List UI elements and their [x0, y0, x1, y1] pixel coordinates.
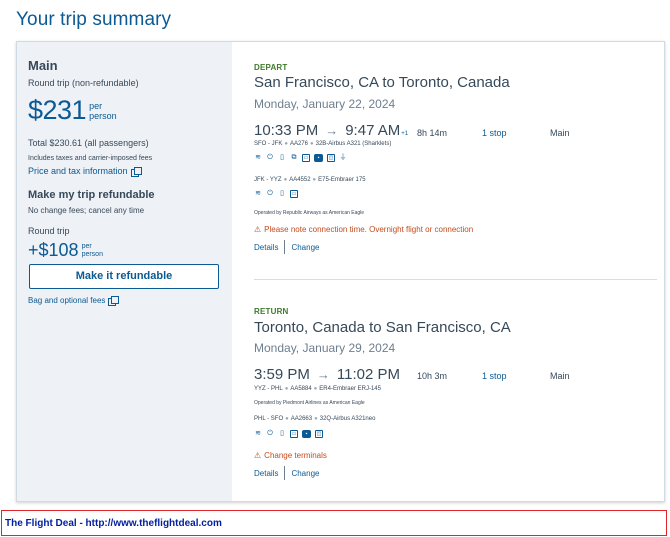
segment-divider: [254, 279, 657, 280]
phone-icon: ▯: [280, 430, 284, 437]
fare-name: Main: [28, 58, 58, 73]
refund-price: +$108 per person: [28, 240, 103, 260]
screen-icon: ▭: [302, 154, 310, 162]
depart-cabin: Main: [550, 128, 570, 138]
power-icon: ⏻: [267, 430, 273, 437]
return-leg-1: YYZ - PHL ● AA5884 ● ER4-Embraer ERJ-145: [254, 386, 381, 392]
return-stops-link[interactable]: 1 stop: [482, 371, 507, 381]
trip-summary-card: Main Round trip (non-refundable) $231 pe…: [16, 41, 665, 502]
refund-price-amount: +$108: [28, 240, 79, 260]
round-trip-label: Round trip: [28, 226, 70, 236]
return-date: Monday, January 29, 2024: [254, 341, 396, 355]
warning-icon: ⚠: [254, 225, 262, 234]
depart-duration: 8h 14m: [417, 128, 448, 138]
food-icon: ◫: [315, 430, 323, 438]
make-refundable-button[interactable]: Make it refundable: [29, 264, 219, 289]
premium-entertainment-icon: ▪: [302, 430, 311, 438]
depart-leg-1-amenities: ≋ ⏻ ▯ ⧉ ▭ ▪ ◫ ⏚: [254, 154, 347, 162]
external-window-icon: [130, 166, 142, 177]
warning-icon: ⚠: [254, 451, 262, 460]
depart-links: Details Change: [254, 240, 319, 254]
depart-operated-by: Operated by Republic Airways as American…: [254, 210, 365, 216]
depart-arrival-time: 9:47 AM: [345, 122, 401, 139]
return-route: Toronto, Canada to San Francisco, CA: [254, 319, 511, 336]
bag-fees-link[interactable]: Bag and optional fees: [28, 296, 120, 306]
depart-times: 10:33 PM → 9:47 AM +1: [254, 122, 408, 139]
external-window-icon: [108, 296, 120, 306]
fare-sidebar: Main Round trip (non-refundable) $231 pe…: [17, 42, 232, 501]
return-change-link[interactable]: Change: [291, 469, 319, 478]
link-separator: [284, 240, 286, 254]
price-amount: $231: [28, 95, 87, 125]
price-per-person: $231 per person: [28, 94, 117, 126]
includes-taxes-note: Includes taxes and carrier-imposed fees: [28, 155, 153, 162]
screen-icon: ▭: [290, 430, 298, 438]
depart-details-link[interactable]: Details: [254, 243, 278, 252]
streaming-icon: ⧉: [291, 154, 297, 161]
return-leg-2-amenities: ≋ ⏻ ▯ ▭ ▪ ◫: [254, 430, 323, 438]
return-leg-2: PHL - SFO ● AA2663 ● 32Q-Airbus A321neo: [254, 416, 376, 422]
itinerary-panel: DEPART San Francisco, CA to Toronto, Can…: [232, 42, 664, 501]
power-icon: ⏻: [267, 154, 273, 161]
premium-entertainment-icon: ▪: [314, 154, 323, 162]
page-title: Your trip summary: [16, 9, 172, 30]
depart-leg-1: SFO - JFK ● AA276 ● 32B-Airbus A321 (Sharkle…: [254, 141, 392, 147]
depart-warning: ⚠ Please note connection time. Overnight…: [254, 225, 474, 234]
food-icon: ◫: [327, 154, 335, 162]
return-times: 3:59 PM → 11:02 PM: [254, 366, 400, 383]
bag-fees-label: Bag and optional fees: [28, 296, 106, 305]
day-offset: +1: [401, 131, 409, 137]
wifi-icon: ≋: [255, 154, 261, 161]
refund-subtitle: No change fees; cancel any time: [28, 206, 145, 215]
price-tax-info-link[interactable]: Price and tax information: [28, 166, 142, 177]
link-separator: [284, 466, 286, 480]
depart-label: DEPART: [254, 63, 288, 72]
depart-date: Monday, January 22, 2024: [254, 97, 396, 111]
depart-departure-time: 10:33 PM: [254, 122, 319, 139]
flat-seat-icon: ⏚: [339, 154, 347, 161]
return-duration: 10h 3m: [417, 371, 448, 381]
price-tax-info-label: Price and tax information: [28, 166, 128, 176]
return-operated-by: Operated by Piedmont Airlines as America…: [254, 400, 365, 406]
depart-change-link[interactable]: Change: [291, 243, 319, 252]
return-label: RETURN: [254, 307, 289, 316]
wifi-icon: ≋: [255, 190, 261, 197]
return-warning: ⚠ Change terminals: [254, 451, 327, 460]
return-links: Details Change: [254, 466, 319, 480]
total-price: Total $230.61 (all passengers): [28, 138, 149, 148]
fare-type: Round trip (non-refundable): [28, 78, 139, 88]
depart-leg-2-amenities: ≋ ⏻ ▯ ▭: [254, 190, 298, 198]
phone-icon: ▯: [280, 190, 284, 197]
refund-price-per-label: per person: [81, 243, 103, 258]
footer-text: The Flight Deal - http://www.theflightde…: [5, 518, 222, 529]
return-departure-time: 3:59 PM: [254, 366, 310, 383]
refund-title: Make my trip refundable: [28, 189, 155, 201]
return-details-link[interactable]: Details: [254, 469, 278, 478]
footer-banner: The Flight Deal - http://www.theflightde…: [1, 510, 667, 536]
screen-icon: ▭: [290, 190, 298, 198]
phone-icon: ▯: [280, 154, 284, 161]
price-per-label: per person: [89, 101, 117, 121]
wifi-icon: ≋: [255, 430, 261, 437]
power-icon: ⏻: [267, 190, 273, 197]
return-arrival-time: 11:02 PM: [336, 366, 400, 383]
arrow-right-icon: →: [316, 367, 330, 382]
depart-leg-2: JFK - YYZ ● AA4552 ● E75-Embraer 175: [254, 177, 366, 183]
depart-route: San Francisco, CA to Toronto, Canada: [254, 74, 510, 91]
return-cabin: Main: [550, 371, 570, 381]
depart-stops-link[interactable]: 1 stop: [482, 128, 507, 138]
arrow-right-icon: →: [325, 123, 339, 138]
